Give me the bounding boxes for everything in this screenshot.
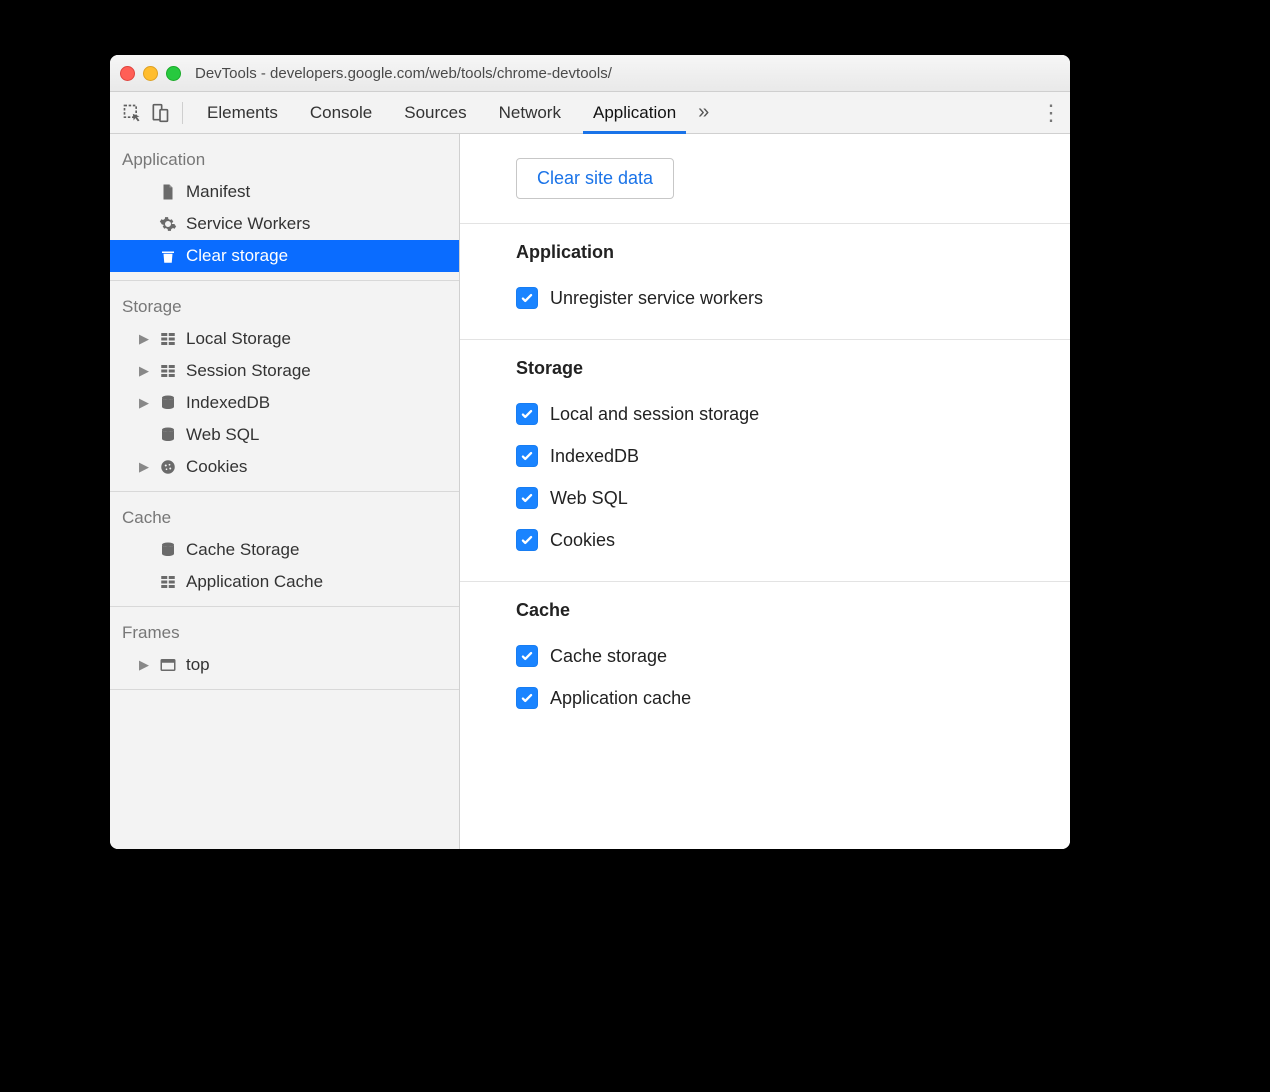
- device-toggle-icon[interactable]: [146, 99, 174, 127]
- sidebar-item-local-storage[interactable]: ▶ Local Storage: [110, 323, 459, 355]
- sidebar-item-top[interactable]: ▶ top: [110, 649, 459, 681]
- settings-group-storage: Storage Local and session storage IndexedD…: [460, 340, 1070, 582]
- sidebar-item-label: top: [186, 655, 210, 675]
- sidebar-item-application-cache[interactable]: ▶Application Cache: [110, 566, 459, 598]
- sidebar-item-label: Cache Storage: [186, 540, 299, 560]
- settings-group-application: Application Unregister service workers: [460, 224, 1070, 340]
- grid-icon: [158, 572, 178, 592]
- checkbox-label: Cookies: [550, 530, 615, 551]
- checkbox-row[interactable]: Web SQL: [516, 477, 1070, 519]
- group-title: Application: [516, 242, 1070, 263]
- checkbox-row[interactable]: Local and session storage: [516, 393, 1070, 435]
- sidebar-section-title: Storage: [110, 287, 459, 323]
- sidebar-item-label: Application Cache: [186, 572, 323, 592]
- sidebar-section-title: Cache: [110, 498, 459, 534]
- toolbar-divider: [182, 102, 183, 124]
- cookie-icon: [158, 457, 178, 477]
- group-title: Storage: [516, 358, 1070, 379]
- sidebar-item-service-workers[interactable]: ▶Service Workers: [110, 208, 459, 240]
- file-icon: [158, 182, 178, 202]
- sidebar-item-label: Local Storage: [186, 329, 291, 349]
- checkbox-row[interactable]: Cookies: [516, 519, 1070, 561]
- window-titlebar: DevTools - developers.google.com/web/too…: [110, 55, 1070, 92]
- disclosure-triangle-icon[interactable]: ▶: [138, 363, 150, 379]
- db-icon: [158, 393, 178, 413]
- sidebar-item-manifest[interactable]: ▶Manifest: [110, 176, 459, 208]
- sidebar-item-label: Clear storage: [186, 246, 288, 266]
- traffic-lights: [120, 66, 181, 81]
- tab-sources[interactable]: Sources: [388, 92, 482, 133]
- db-icon: [158, 425, 178, 445]
- checkbox-checked[interactable]: [516, 529, 538, 551]
- checkbox-checked[interactable]: [516, 487, 538, 509]
- tab-application[interactable]: Application: [577, 92, 692, 133]
- sidebar-item-label: Session Storage: [186, 361, 311, 381]
- checkbox-label: Unregister service workers: [550, 288, 763, 309]
- sidebar-item-clear-storage[interactable]: ▶Clear storage: [110, 240, 459, 272]
- grid-icon: [158, 361, 178, 381]
- sidebar-section-title: Application: [110, 140, 459, 176]
- checkbox-label: Application cache: [550, 688, 691, 709]
- checkbox-row[interactable]: IndexedDB: [516, 435, 1070, 477]
- trash-icon: [158, 246, 178, 266]
- window-title: DevTools - developers.google.com/web/too…: [195, 65, 612, 82]
- checkbox-row[interactable]: Application cache: [516, 677, 1070, 719]
- checkbox-label: IndexedDB: [550, 446, 639, 467]
- checkbox-checked[interactable]: [516, 445, 538, 467]
- sidebar-item-label: Service Workers: [186, 214, 310, 234]
- sidebar-section-title: Frames: [110, 613, 459, 649]
- settings-group-cache: Cache Cache storage Application cache: [460, 582, 1070, 739]
- gear-icon: [158, 214, 178, 234]
- grid-icon: [158, 329, 178, 349]
- checkbox-label: Local and session storage: [550, 404, 759, 425]
- checkbox-checked[interactable]: [516, 287, 538, 309]
- overflow-tabs-icon[interactable]: »: [698, 101, 709, 124]
- clear-site-data-block: Clear site data: [460, 134, 1070, 224]
- sidebar-item-cookies[interactable]: ▶ Cookies: [110, 451, 459, 483]
- checkbox-checked[interactable]: [516, 687, 538, 709]
- tab-elements[interactable]: Elements: [191, 92, 294, 133]
- sidebar-item-label: Web SQL: [186, 425, 259, 445]
- sidebar-item-web-sql[interactable]: ▶Web SQL: [110, 419, 459, 451]
- frame-icon: [158, 655, 178, 675]
- checkbox-checked[interactable]: [516, 403, 538, 425]
- group-title: Cache: [516, 600, 1070, 621]
- disclosure-triangle-icon[interactable]: ▶: [138, 657, 150, 673]
- db-icon: [158, 540, 178, 560]
- checkbox-label: Web SQL: [550, 488, 628, 509]
- checkbox-row[interactable]: Cache storage: [516, 635, 1070, 677]
- disclosure-triangle-icon[interactable]: ▶: [138, 395, 150, 411]
- disclosure-triangle-icon[interactable]: ▶: [138, 331, 150, 347]
- sidebar-item-indexeddb[interactable]: ▶ IndexedDB: [110, 387, 459, 419]
- devtools-window: DevTools - developers.google.com/web/too…: [110, 55, 1070, 849]
- sidebar-item-label: Manifest: [186, 182, 250, 202]
- sidebar-item-session-storage[interactable]: ▶ Session Storage: [110, 355, 459, 387]
- zoom-window-button[interactable]: [166, 66, 181, 81]
- tab-console[interactable]: Console: [294, 92, 388, 133]
- application-sidebar: Application▶Manifest▶Service Workers▶Cle…: [110, 134, 460, 849]
- sidebar-item-cache-storage[interactable]: ▶Cache Storage: [110, 534, 459, 566]
- select-element-icon[interactable]: [118, 99, 146, 127]
- tab-network[interactable]: Network: [483, 92, 577, 133]
- minimize-window-button[interactable]: [143, 66, 158, 81]
- sidebar-item-label: Cookies: [186, 457, 247, 477]
- clear-site-data-button[interactable]: Clear site data: [516, 158, 674, 199]
- close-window-button[interactable]: [120, 66, 135, 81]
- disclosure-triangle-icon[interactable]: ▶: [138, 459, 150, 475]
- panel-tabs: ElementsConsoleSourcesNetworkApplication: [191, 92, 692, 133]
- devtools-toolbar: ElementsConsoleSourcesNetworkApplication…: [110, 92, 1070, 134]
- checkbox-checked[interactable]: [516, 645, 538, 667]
- checkbox-row[interactable]: Unregister service workers: [516, 277, 1070, 319]
- sidebar-item-label: IndexedDB: [186, 393, 270, 413]
- clear-storage-panel: Clear site data Application Unregister se…: [460, 134, 1070, 849]
- checkbox-label: Cache storage: [550, 646, 667, 667]
